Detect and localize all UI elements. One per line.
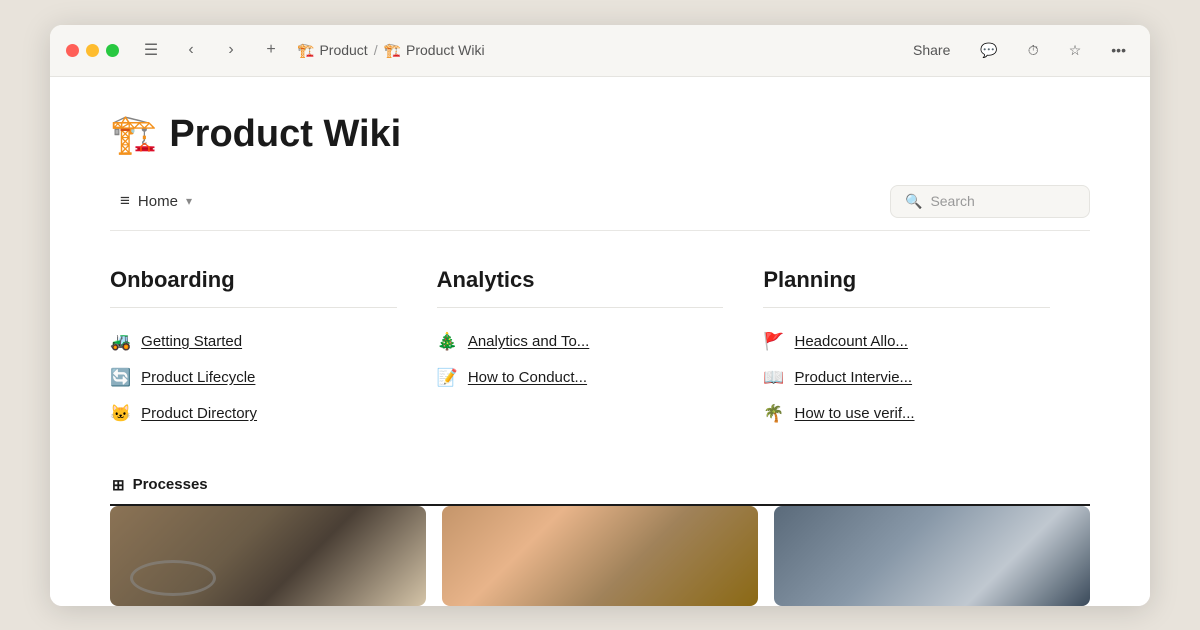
how-to-conduct-label: How to Conduct... <box>468 369 587 386</box>
headcount-icon: 🚩 <box>763 332 784 352</box>
search-bar[interactable]: 🔍 Search <box>890 185 1090 218</box>
section-planning-divider <box>763 307 1050 308</box>
process-image-1[interactable] <box>110 506 426 606</box>
headcount-label: Headcount Allo... <box>795 333 908 350</box>
list-item[interactable]: 🎄 Analytics and To... <box>437 324 724 360</box>
page-title-emoji: 🏗️ <box>110 113 157 157</box>
product-lifecycle-icon: 🔄 <box>110 368 131 388</box>
section-onboarding-divider <box>110 307 397 308</box>
main-content: 🏗️ Product Wiki ≡ Home ▾ 🔍 Search Onboar… <box>50 77 1150 606</box>
titlebar-actions: Share 💬 ⏱ ☆ ••• <box>905 38 1134 63</box>
share-button[interactable]: Share <box>905 38 958 62</box>
close-button[interactable] <box>66 44 79 57</box>
traffic-lights <box>66 44 119 57</box>
comment-icon[interactable]: 💬 <box>972 38 1005 63</box>
product-interview-label: Product Intervie... <box>795 369 913 386</box>
verif-icon: 🌴 <box>763 404 784 424</box>
star-icon[interactable]: ☆ <box>1061 38 1090 63</box>
section-planning-title: Planning <box>763 267 1050 293</box>
product-directory-icon: 🐱 <box>110 404 131 424</box>
analytics-tools-icon: 🎄 <box>437 332 458 352</box>
process-image-3[interactable] <box>774 506 1090 606</box>
home-bar: ≡ Home ▾ 🔍 Search <box>110 185 1090 231</box>
section-onboarding: Onboarding 🚜 Getting Started 🔄 Product L… <box>110 267 437 432</box>
list-item[interactable]: 📝 How to Conduct... <box>437 360 724 396</box>
minimize-button[interactable] <box>86 44 99 57</box>
chevron-down-icon: ▾ <box>186 194 192 208</box>
section-analytics-title: Analytics <box>437 267 724 293</box>
section-planning: Planning 🚩 Headcount Allo... 📖 Product I… <box>763 267 1090 432</box>
tabs-bar: ⊞ Processes <box>110 468 1090 506</box>
verif-label: How to use verif... <box>795 405 915 422</box>
home-label: Home <box>138 193 178 210</box>
getting-started-icon: 🚜 <box>110 332 131 352</box>
section-onboarding-title: Onboarding <box>110 267 397 293</box>
getting-started-label: Getting Started <box>141 333 242 350</box>
list-item[interactable]: 🚜 Getting Started <box>110 324 397 360</box>
app-window: ☰ ‹ › + 🏗️ Product / 🏗️ Product Wiki Sha… <box>50 25 1150 606</box>
maximize-button[interactable] <box>106 44 119 57</box>
breadcrumb-parent[interactable]: 🏗️ Product <box>297 42 368 59</box>
how-to-conduct-icon: 📝 <box>437 368 458 388</box>
section-analytics: Analytics 🎄 Analytics and To... 📝 How to… <box>437 267 764 432</box>
list-icon: ≡ <box>120 191 130 211</box>
history-icon[interactable]: ⏱ <box>1020 38 1047 63</box>
parent-emoji: 🏗️ <box>297 42 314 59</box>
product-interview-icon: 📖 <box>763 368 784 388</box>
list-item[interactable]: 🚩 Headcount Allo... <box>763 324 1050 360</box>
images-row <box>110 506 1090 606</box>
current-emoji: 🏗️ <box>384 42 401 59</box>
add-icon[interactable]: + <box>257 36 285 64</box>
breadcrumb: 🏗️ Product / 🏗️ Product Wiki <box>297 42 485 59</box>
list-item[interactable]: 🐱 Product Directory <box>110 396 397 432</box>
search-placeholder: Search <box>930 193 974 209</box>
forward-icon[interactable]: › <box>217 36 245 64</box>
page-title-text: Product Wiki <box>169 113 401 156</box>
list-item[interactable]: 📖 Product Intervie... <box>763 360 1050 396</box>
search-icon: 🔍 <box>905 193 922 210</box>
section-analytics-divider <box>437 307 724 308</box>
hamburger-icon[interactable]: ☰ <box>137 36 165 64</box>
breadcrumb-current[interactable]: 🏗️ Product Wiki <box>384 42 485 59</box>
analytics-tools-label: Analytics and To... <box>468 333 589 350</box>
page-title: 🏗️ Product Wiki <box>110 113 1090 157</box>
more-icon[interactable]: ••• <box>1103 38 1134 62</box>
product-lifecycle-label: Product Lifecycle <box>141 369 255 386</box>
process-image-2[interactable] <box>442 506 758 606</box>
home-button[interactable]: ≡ Home ▾ <box>110 186 202 216</box>
sections-grid: Onboarding 🚜 Getting Started 🔄 Product L… <box>110 267 1090 432</box>
list-item[interactable]: 🌴 How to use verif... <box>763 396 1050 432</box>
product-directory-label: Product Directory <box>141 405 257 422</box>
processes-icon: ⊞ <box>112 476 125 494</box>
back-icon[interactable]: ‹ <box>177 36 205 64</box>
processes-tab-label: Processes <box>133 476 208 493</box>
titlebar: ☰ ‹ › + 🏗️ Product / 🏗️ Product Wiki Sha… <box>50 25 1150 77</box>
breadcrumb-separator: / <box>374 42 378 58</box>
list-item[interactable]: 🔄 Product Lifecycle <box>110 360 397 396</box>
tab-processes[interactable]: ⊞ Processes <box>110 468 210 506</box>
